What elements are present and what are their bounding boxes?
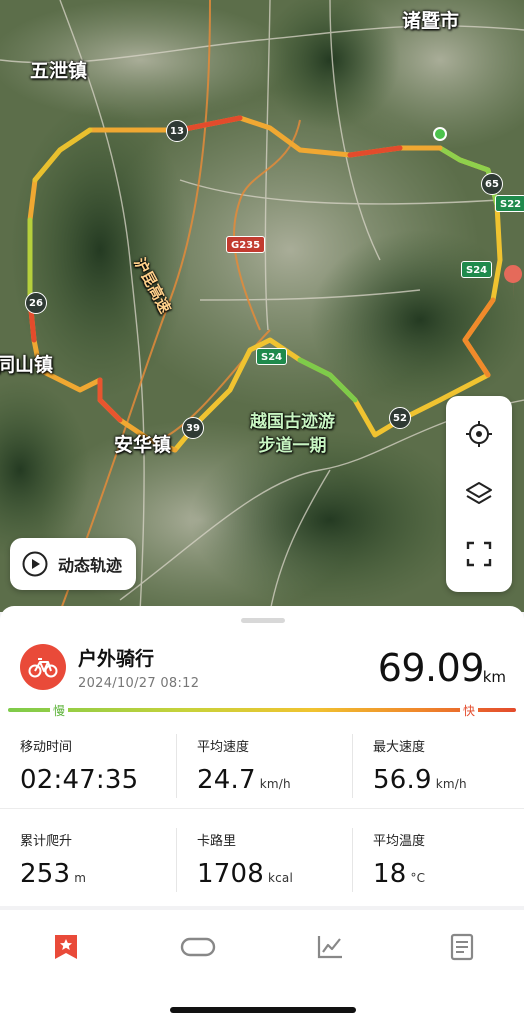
highway-shield-g235: G235 [226, 236, 266, 253]
track-loop-icon [180, 937, 216, 957]
sheet-grabber[interactable] [241, 618, 285, 623]
row-divider [0, 808, 524, 809]
road-shield-39: 39 [182, 417, 204, 439]
slow-label: 慢 [50, 702, 69, 719]
stat-label: 平均速度 [197, 740, 250, 755]
locate-icon [466, 421, 492, 447]
fullscreen-icon [466, 541, 492, 567]
tab-track[interactable] [176, 932, 220, 962]
stat-moving-time: 移动时间 02:47:35 [20, 730, 170, 802]
stats-row-1: 移动时间 02:47:35 平均速度 24.7 km/h 最大速度 56.9 km/… [0, 730, 524, 802]
stat-avg-speed: 平均速度 24.7 km/h [197, 730, 347, 802]
road-shield-26: 26 [25, 292, 47, 314]
dynamic-track-label: 动态轨迹 [58, 556, 123, 575]
stat-value: 56.9 [373, 765, 432, 795]
stat-label: 卡路里 [197, 834, 237, 849]
stat-value: 02:47:35 [20, 765, 139, 795]
route-map[interactable]: 诸暨市 五泄镇 同山镇 安华镇 越国古迹游 步道一期 沪昆高速 13 26 39… [0, 0, 524, 612]
stat-value: 1708 [197, 859, 264, 889]
scenic-line-2: 步道一期 [258, 436, 327, 456]
stat-calories: 卡路里 1708 kcal [197, 824, 347, 896]
activity-type: 户外骑行 [78, 648, 155, 670]
map-label-tongshan: 同山镇 [0, 354, 54, 376]
locate-button[interactable] [459, 414, 499, 454]
map-label-anhua: 安华镇 [114, 434, 172, 456]
cycling-icon [20, 644, 66, 690]
stat-elevation-gain: 累计爬升 253 m [20, 824, 170, 896]
stat-label: 最大速度 [373, 740, 426, 755]
stats-row-2: 累计爬升 253 m 卡路里 1708 kcal 平均温度 18 °C [0, 824, 524, 896]
speed-gradient-bar [8, 708, 516, 712]
road-shield-52: 52 [389, 407, 411, 429]
fast-label: 快 [459, 702, 478, 719]
stat-value: 18 [373, 859, 407, 889]
tab-summary[interactable] [44, 932, 88, 962]
layers-icon [466, 482, 492, 504]
activity-datetime: 2024/10/27 08:12 [78, 676, 200, 691]
highway-shield-s22: S22 [495, 195, 524, 212]
stat-unit: m [74, 871, 87, 885]
scenic-line-1: 越国古迹游 [250, 412, 335, 432]
divider [352, 828, 353, 892]
activity-summary-sheet: 户外骑行 2024/10/27 08:12 69.09 km 慢 快 移动时间 … [0, 606, 524, 906]
document-icon [450, 933, 474, 961]
highway-shield-s24-a: S24 [256, 348, 288, 365]
speed-color-scale: 慢 快 [8, 702, 516, 720]
distance-value: 69.09 [377, 646, 485, 690]
map-label-zhuji: 诸暨市 [402, 10, 460, 32]
road-shield-65: 65 [481, 173, 503, 195]
stat-unit: km/h [259, 777, 291, 791]
road-shield-13: 13 [166, 120, 188, 142]
stat-value: 253 [20, 859, 71, 889]
distance-unit: km [482, 668, 506, 686]
stat-max-speed: 最大速度 56.9 km/h [373, 730, 523, 802]
divider [352, 734, 353, 798]
divider [176, 734, 177, 798]
map-label-wuxie: 五泄镇 [30, 60, 88, 82]
stat-avg-temperature: 平均温度 18 °C [373, 824, 523, 896]
divider [176, 828, 177, 892]
stat-value: 24.7 [197, 765, 256, 795]
stat-unit: kcal [267, 871, 294, 885]
bottom-tab-bar [0, 910, 524, 1024]
dynamic-track-button[interactable]: 动态轨迹 [10, 538, 136, 590]
line-chart-icon [317, 936, 342, 959]
highway-shield-s24-b: S24 [461, 261, 493, 278]
stat-label: 累计爬升 [20, 834, 73, 849]
stat-label: 平均温度 [373, 834, 426, 849]
stat-unit: km/h [435, 777, 467, 791]
fullscreen-button[interactable] [459, 534, 499, 574]
bookmark-star-icon [55, 935, 77, 959]
play-circle-icon [22, 551, 48, 577]
map-label-scenic: 越国古迹游 步道一期 [250, 410, 335, 458]
stat-label: 移动时间 [20, 740, 73, 755]
tab-details[interactable] [440, 932, 484, 962]
stat-unit: °C [410, 871, 426, 885]
layers-button[interactable] [459, 474, 499, 514]
home-indicator[interactable] [170, 1007, 356, 1013]
tab-charts[interactable] [308, 932, 352, 962]
map-controls [446, 396, 512, 592]
